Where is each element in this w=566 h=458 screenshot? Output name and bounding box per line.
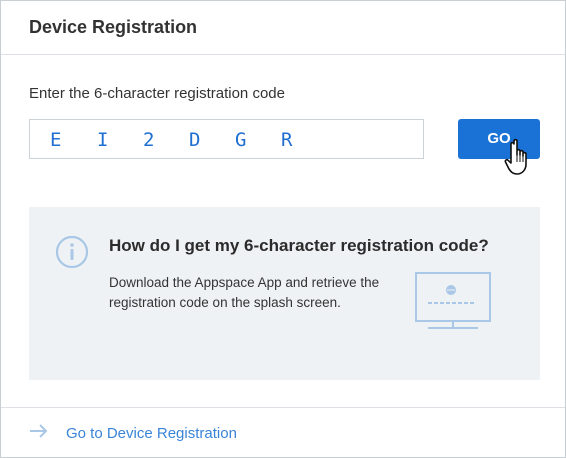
- device-registration-dialog: Device Registration Enter the 6-characte…: [0, 0, 566, 458]
- dialog-header: Device Registration: [1, 1, 565, 55]
- help-panel: How do I get my 6-character registration…: [29, 207, 540, 380]
- dialog-footer: Go to Device Registration: [1, 407, 565, 458]
- registration-code-label: Enter the 6-character registration code: [29, 85, 285, 102]
- registration-code-input[interactable]: E I 2 D G R: [29, 119, 424, 159]
- code-char-1: E: [50, 129, 62, 151]
- code-char-3: 2: [143, 129, 155, 151]
- code-char-5: G: [235, 129, 247, 151]
- help-description: Download the Appspace App and retrieve t…: [109, 275, 380, 310]
- arrow-right-icon: [30, 424, 48, 438]
- code-char-4: D: [189, 129, 201, 151]
- hand-pointer-cursor-icon: [504, 138, 527, 175]
- info-icon: [55, 235, 89, 269]
- dialog-title: Device Registration: [29, 17, 198, 37]
- screen-icon: [415, 272, 491, 329]
- code-char-6: R: [281, 129, 293, 151]
- code-char-2: I: [97, 129, 109, 151]
- help-title: How do I get my 6-character registration…: [109, 236, 489, 255]
- go-to-device-registration-link[interactable]: Go to Device Registration: [66, 425, 237, 442]
